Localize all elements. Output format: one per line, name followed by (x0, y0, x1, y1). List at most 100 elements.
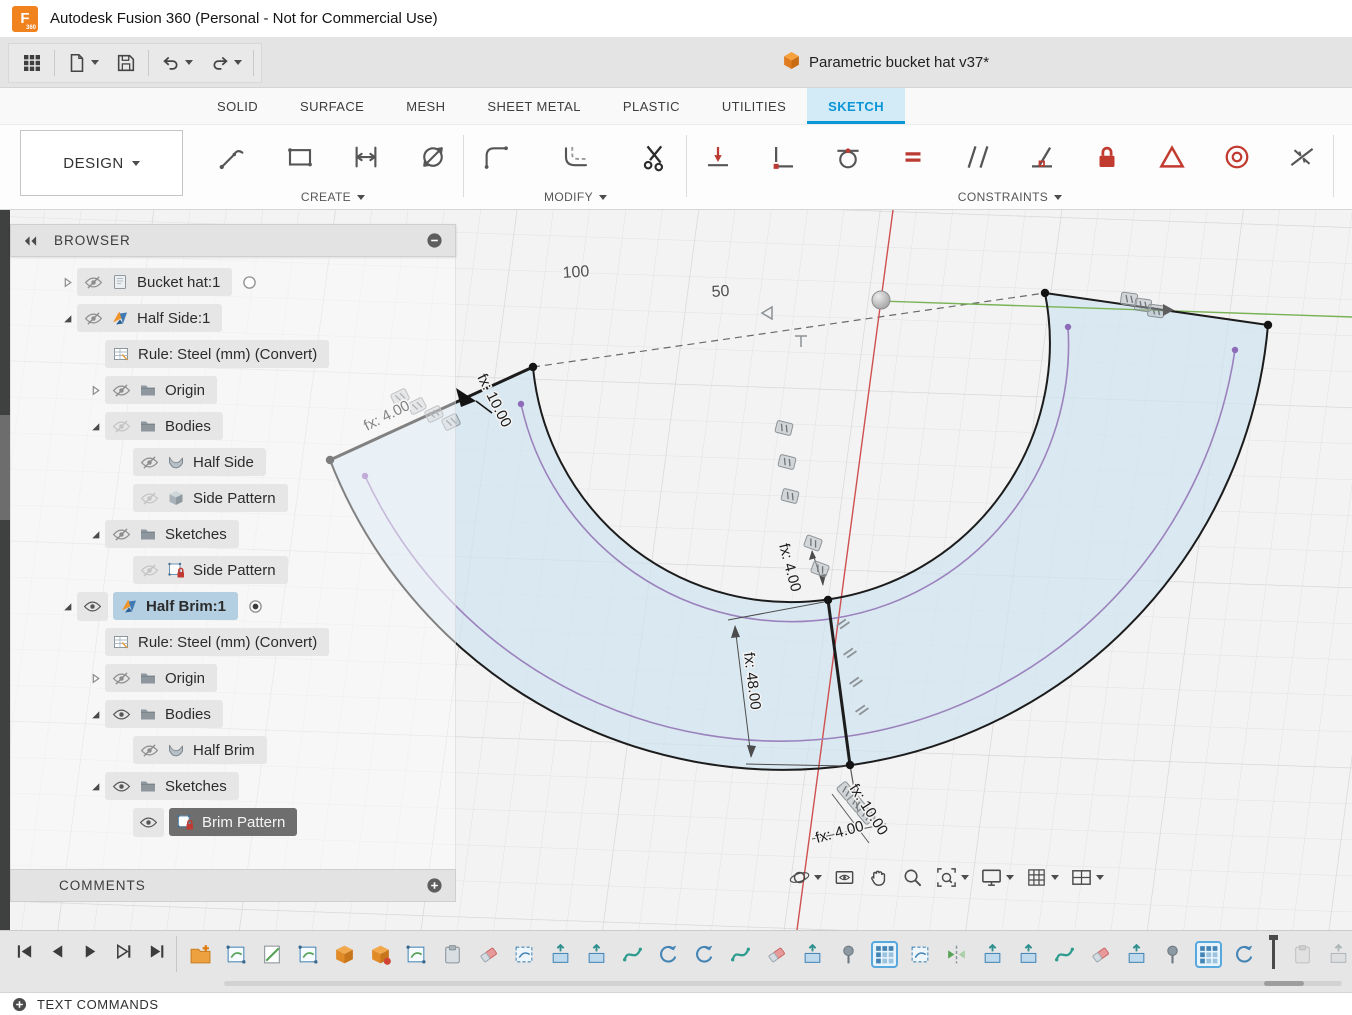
expand-console-icon[interactable] (12, 997, 27, 1012)
visibility-eye-icon[interactable] (77, 591, 108, 621)
tree-row[interactable]: Sketches (11, 516, 455, 552)
tree-row[interactable]: Sketches (11, 768, 455, 804)
timeline-feature-stitch-icon[interactable] (729, 943, 752, 966)
offset-icon[interactable] (554, 133, 598, 181)
tree-row[interactable]: Half Brim:1 (11, 588, 455, 624)
timeline-feature-new-component-icon[interactable] (189, 943, 212, 966)
visibility-eye-icon[interactable] (84, 311, 103, 325)
timeline-feature-extrude-icon[interactable] (801, 943, 824, 966)
fillet-icon[interactable] (474, 133, 518, 181)
redo-icon[interactable] (201, 48, 250, 78)
timeline-feature-construct-icon[interactable] (261, 943, 284, 966)
document-title[interactable]: Parametric bucket hat v37* (809, 54, 989, 71)
expanded-arrow-icon[interactable] (85, 709, 105, 720)
perpendicular-icon[interactable] (1020, 133, 1064, 181)
line-icon[interactable] (211, 133, 255, 181)
visibility-eye-icon[interactable] (140, 743, 159, 757)
timeline-feature-reverse-icon[interactable] (693, 943, 716, 966)
timeline-feature-paste-icon[interactable] (441, 943, 464, 966)
look-at-icon[interactable] (833, 866, 856, 889)
visibility-eye-icon[interactable] (140, 455, 159, 469)
timeline-feature-sketch-dashed-icon[interactable] (513, 943, 536, 966)
pan-icon[interactable] (867, 866, 890, 889)
tree-item[interactable]: Half Side (133, 448, 266, 476)
tree-item[interactable]: Side Pattern (133, 556, 288, 584)
timeline-feature-form-icon[interactable] (333, 943, 356, 966)
expanded-arrow-icon[interactable] (85, 421, 105, 432)
chevron-down-icon[interactable] (1006, 875, 1014, 880)
horizontal-vertical-icon[interactable] (761, 133, 805, 181)
timeline-feature-delete-icon[interactable] (765, 943, 788, 966)
timeline-feature-pattern-icon[interactable] (871, 940, 898, 968)
zoom-icon[interactable] (901, 866, 924, 889)
visibility-eye-icon[interactable] (112, 527, 131, 541)
timeline-feature-stitch-icon[interactable] (621, 943, 644, 966)
tree-row[interactable]: Origin (11, 372, 455, 408)
timeline-feature-extrude-icon[interactable] (1327, 943, 1350, 966)
timeline-feature-mirror-icon[interactable] (945, 943, 968, 966)
timeline-feature-extrude-icon[interactable] (585, 943, 608, 966)
visibility-eye-icon[interactable] (112, 780, 131, 793)
chevron-down-icon[interactable] (961, 875, 969, 880)
expanded-arrow-icon[interactable] (85, 781, 105, 792)
fix-icon[interactable] (1085, 133, 1129, 181)
tree-row[interactable]: Bodies (11, 408, 455, 444)
workspace-selector[interactable]: DESIGN (20, 130, 183, 196)
tree-item[interactable]: Half Brim:1 (113, 592, 239, 620)
tree-row[interactable]: Brim Pattern (11, 804, 455, 840)
rectangle-icon[interactable] (278, 133, 322, 181)
coincident-icon[interactable] (696, 133, 740, 181)
tree-item[interactable]: Rule: Steel (mm) (Convert) (105, 628, 330, 656)
skip-end-icon[interactable] (144, 939, 168, 963)
tab-surface[interactable]: SURFACE (279, 88, 385, 124)
visibility-eye-icon[interactable] (133, 807, 164, 837)
scrollbar-thumb[interactable] (0, 415, 10, 520)
timeline-feature-sketch-icon[interactable] (297, 943, 320, 966)
equal-icon[interactable] (891, 133, 935, 181)
chevron-down-icon[interactable] (1096, 875, 1104, 880)
origin-point[interactable] (871, 290, 891, 310)
timeline-feature-sketch-dashed-icon[interactable] (909, 943, 932, 966)
tree-item[interactable]: Bucket hat:1 (77, 268, 233, 296)
activate-component-radio[interactable] (242, 275, 257, 290)
file-menu-icon[interactable] (58, 48, 107, 78)
timeline-feature-extrude-icon[interactable] (981, 943, 1004, 966)
tree-row[interactable]: Side Pattern (11, 552, 455, 588)
chevron-down-icon[interactable] (814, 875, 822, 880)
timeline-feature-extrude-icon[interactable] (549, 943, 572, 966)
tree-item[interactable]: Half Brim (133, 736, 267, 764)
tab-mesh[interactable]: MESH (385, 88, 466, 124)
constraints-panel-dropdown[interactable]: CONSTRAINTS (690, 187, 1330, 207)
orbit-icon[interactable] (788, 866, 822, 889)
tree-item[interactable]: Sketches (105, 520, 239, 548)
tangent-icon[interactable] (826, 133, 870, 181)
play-icon[interactable] (78, 939, 102, 963)
visibility-eye-icon[interactable] (112, 419, 131, 433)
save-icon[interactable] (107, 48, 145, 78)
app-grid-menu-icon[interactable] (13, 48, 51, 78)
collapsed-arrow-icon[interactable] (85, 384, 105, 396)
tree-item[interactable]: Sketches (105, 772, 239, 800)
timeline-feature-extrude-icon[interactable] (1017, 943, 1040, 966)
expanded-arrow-icon[interactable] (57, 313, 77, 324)
step-forward-icon[interactable] (111, 939, 135, 963)
timeline-feature-stitch-icon[interactable] (1053, 943, 1076, 966)
tab-utilities[interactable]: UTILITIES (701, 88, 807, 124)
modify-panel-dropdown[interactable]: MODIFY (468, 187, 683, 207)
parallel-icon[interactable] (956, 133, 1000, 181)
tab-solid[interactable]: SOLID (196, 88, 279, 124)
fit-icon[interactable] (935, 866, 969, 889)
tree-row[interactable]: Side Pattern (11, 480, 455, 516)
collapse-panel-icon[interactable] (23, 235, 38, 247)
timeline-feature-sketch-icon[interactable] (405, 943, 428, 966)
tree-row[interactable]: Half Side (11, 444, 455, 480)
sketch-dimension-icon[interactable] (411, 133, 455, 181)
timeline-scrollbar[interactable] (224, 981, 1342, 986)
expanded-arrow-icon[interactable] (85, 529, 105, 540)
timeline-feature-sketch-icon[interactable] (225, 943, 248, 966)
tree-row[interactable]: Bucket hat:1 (11, 264, 455, 300)
tree-item[interactable]: Origin (105, 376, 218, 404)
visibility-eye-icon[interactable] (112, 708, 131, 721)
undo-icon[interactable] (152, 48, 201, 78)
visibility-eye-icon[interactable] (140, 491, 159, 505)
